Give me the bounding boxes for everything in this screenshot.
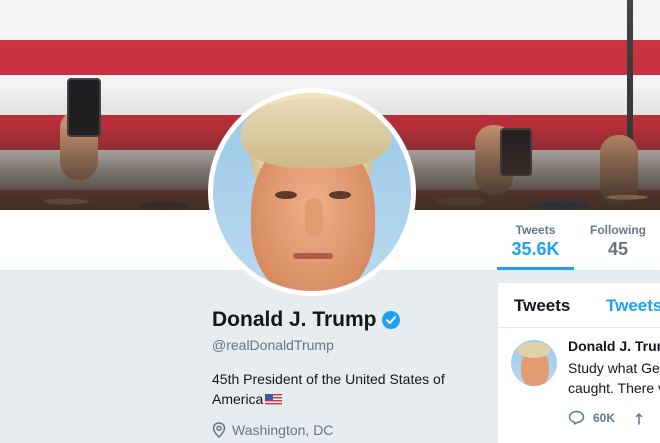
map-pin-icon — [212, 422, 226, 438]
us-flag-icon — [265, 394, 283, 405]
nav-following-label: Following — [590, 223, 646, 237]
profile-handle[interactable]: @realDonaldTrump — [212, 337, 482, 353]
timeline-tab-tweets-replies[interactable]: Tweets — [606, 296, 660, 316]
tweet-avatar[interactable] — [511, 340, 557, 386]
nav-tweets-tab[interactable]: Tweets 35.6K — [497, 210, 574, 270]
reply-icon[interactable] — [568, 410, 585, 425]
timeline-tabs: Tweets Tweets — [498, 283, 660, 328]
profile-card: Donald J. Trump @realDonaldTrump 45th Pr… — [212, 305, 482, 438]
nav-following-tab[interactable]: Following 45 — [582, 210, 654, 270]
nav-following-count: 45 — [607, 239, 629, 259]
tweet[interactable]: Donald J. Trum Study what Ger caught. Th… — [498, 328, 660, 438]
profile-location: Washington, DC — [212, 422, 482, 438]
retweet-icon[interactable] — [635, 411, 649, 425]
profile-avatar[interactable] — [208, 88, 416, 296]
timeline: Tweets Tweets Donald J. Trum Study what … — [497, 283, 660, 443]
reply-count: 60K — [593, 410, 616, 425]
nav-tweets-label: Tweets — [515, 223, 556, 237]
profile-name[interactable]: Donald J. Trump — [212, 308, 377, 332]
nav-tweets-count: 35.6K — [511, 239, 560, 259]
profile-location-text: Washington, DC — [232, 422, 334, 438]
tweet-author[interactable]: Donald J. Trum — [568, 338, 660, 354]
verified-badge-icon — [381, 311, 400, 329]
tweet-actions: 60K — [568, 410, 649, 425]
profile-bio: 45th President of the United States of A… — [212, 371, 445, 407]
timeline-tab-tweets[interactable]: Tweets — [514, 296, 570, 316]
avatar-hair — [241, 98, 391, 168]
tweet-text: Study what Ger caught. There v — [568, 360, 660, 396]
